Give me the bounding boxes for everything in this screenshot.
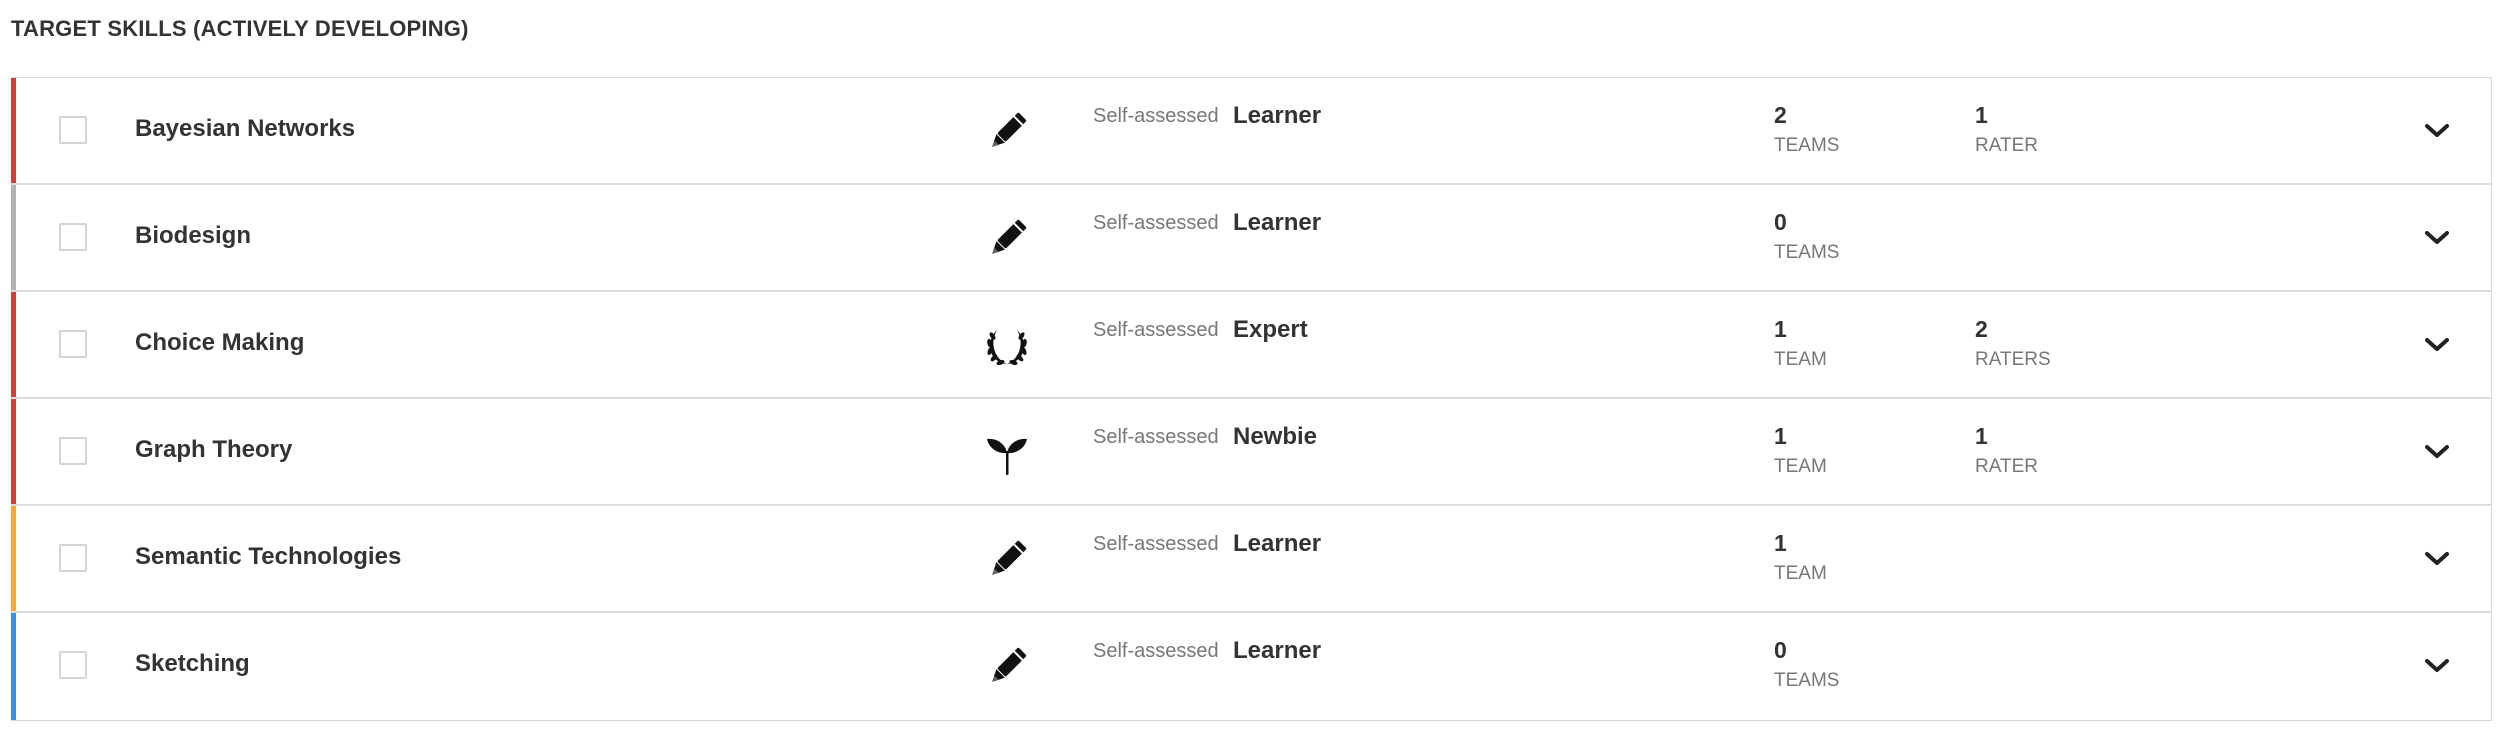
sprout-icon	[983, 429, 1031, 477]
teams-label: TEAM	[1774, 349, 1827, 370]
skill-name: Semantic Technologies	[135, 543, 402, 570]
raters-label: RATERS	[1975, 349, 2051, 370]
skill-name: Bayesian Networks	[135, 115, 356, 142]
skill-level: Learner	[1233, 637, 1322, 664]
skill-select-checkbox[interactable]	[59, 116, 87, 144]
target-skills-page: TARGET SKILLS (ACTIVELY DEVELOPING) Baye…	[0, 0, 2500, 739]
skill-name: Graph Theory	[135, 436, 293, 463]
chevron-down-icon[interactable]	[2424, 548, 2450, 570]
skill-row: Semantic Technologies Self-assessed Lear…	[11, 506, 2491, 613]
chevron-down-icon[interactable]	[2424, 120, 2450, 142]
raters-stat: 1 RATER	[1975, 101, 2038, 157]
skill-row: Bayesian Networks Self-assessed Learner …	[11, 78, 2491, 185]
teams-stat: 1 TEAM	[1774, 315, 1827, 371]
teams-stat: 1 TEAM	[1774, 529, 1827, 585]
raters-stat: 1 RATER	[1975, 422, 2038, 478]
skill-row: Choice Making Self-assessed Expert 1 TEA…	[11, 292, 2491, 399]
section-title: TARGET SKILLS (ACTIVELY DEVELOPING)	[11, 16, 469, 41]
skill-accent-bar	[11, 78, 16, 183]
teams-label: TEAMS	[1774, 135, 1840, 156]
skill-row: Biodesign Self-assessed Learner 0 TEAMS	[11, 185, 2491, 292]
raters-label: RATER	[1975, 135, 2038, 156]
skill-level: Learner	[1233, 102, 1322, 129]
teams-stat: 1 TEAM	[1774, 422, 1827, 478]
skill-name: Sketching	[135, 650, 250, 677]
pencil-icon	[983, 643, 1031, 691]
chevron-down-icon[interactable]	[2424, 227, 2450, 249]
skill-select-checkbox[interactable]	[59, 330, 87, 358]
teams-count: 2	[1774, 102, 1787, 128]
skill-level: Expert	[1233, 316, 1308, 343]
skill-level: Learner	[1233, 209, 1322, 236]
teams-stat: 0 TEAMS	[1774, 636, 1839, 692]
teams-count: 1	[1774, 423, 1787, 449]
raters-label: RATER	[1975, 456, 2038, 477]
teams-label: TEAM	[1774, 563, 1827, 584]
self-assessed-label: Self-assessed	[1093, 105, 1219, 127]
teams-label: TEAMS	[1774, 242, 1840, 263]
teams-count: 0	[1774, 209, 1787, 235]
skill-name: Biodesign	[135, 222, 252, 249]
self-assessed-label: Self-assessed	[1093, 640, 1219, 662]
self-assessed-label: Self-assessed	[1093, 319, 1219, 341]
skill-row: Sketching Self-assessed Learner 0 TEAMS	[11, 613, 2491, 720]
skill-accent-bar	[11, 613, 16, 720]
raters-count: 1	[1975, 102, 1988, 128]
raters-count: 1	[1975, 423, 1988, 449]
chevron-down-icon[interactable]	[2424, 655, 2450, 677]
pencil-icon	[983, 215, 1031, 263]
teams-count: 0	[1774, 637, 1787, 663]
chevron-down-icon[interactable]	[2424, 441, 2450, 463]
teams-count: 1	[1774, 530, 1787, 556]
skill-accent-bar	[11, 399, 16, 504]
laurel-wreath-icon	[983, 322, 1031, 370]
skill-select-checkbox[interactable]	[59, 223, 87, 251]
skill-accent-bar	[11, 506, 16, 611]
chevron-down-icon[interactable]	[2424, 334, 2450, 356]
skill-select-checkbox[interactable]	[59, 437, 87, 465]
skill-name: Choice Making	[135, 329, 305, 356]
raters-stat: 2 RATERS	[1975, 315, 2051, 371]
skill-level: Newbie	[1233, 423, 1318, 450]
skill-select-checkbox[interactable]	[59, 544, 87, 572]
teams-count: 1	[1774, 316, 1787, 342]
teams-label: TEAMS	[1774, 670, 1840, 691]
skill-accent-bar	[11, 292, 16, 397]
skill-accent-bar	[11, 185, 16, 290]
skill-row: Graph Theory Self-assessed Newbie 1 TEAM…	[11, 399, 2491, 506]
teams-label: TEAM	[1774, 456, 1827, 477]
self-assessed-label: Self-assessed	[1093, 426, 1219, 448]
teams-stat: 0 TEAMS	[1774, 208, 1839, 264]
pencil-icon	[983, 536, 1031, 584]
raters-count: 2	[1975, 316, 1988, 342]
skill-level: Learner	[1233, 530, 1322, 557]
teams-stat: 2 TEAMS	[1774, 101, 1839, 157]
self-assessed-label: Self-assessed	[1093, 533, 1219, 555]
skill-select-checkbox[interactable]	[59, 651, 87, 679]
pencil-icon	[983, 108, 1031, 156]
skill-list: Bayesian Networks Self-assessed Learner …	[11, 77, 2492, 721]
self-assessed-label: Self-assessed	[1093, 212, 1219, 234]
